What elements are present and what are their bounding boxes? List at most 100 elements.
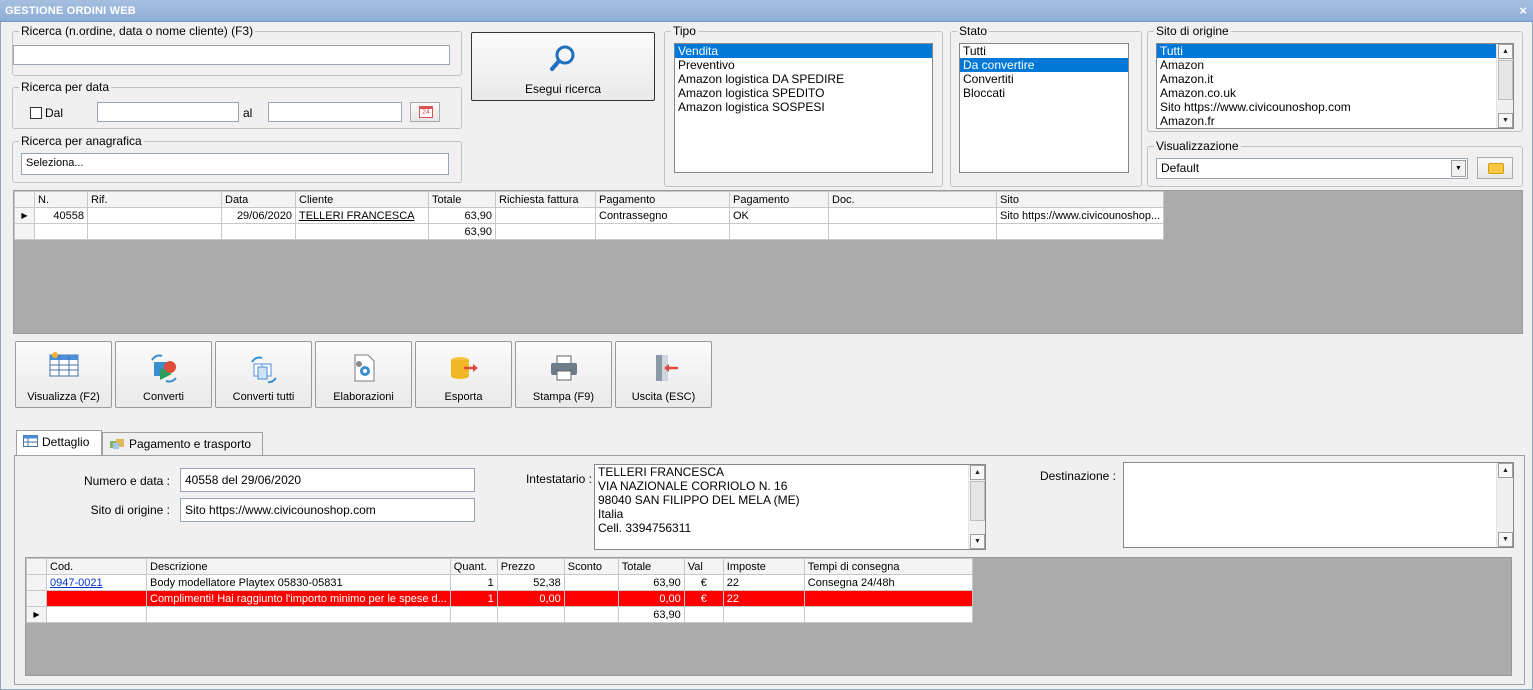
sito-scrollbar[interactable]: ▲ ▼ bbox=[1496, 44, 1513, 128]
sito-origine-field[interactable]: Sito https://www.civicounoshop.com bbox=[180, 498, 475, 522]
uscita-button[interactable]: Uscita (ESC) bbox=[615, 341, 712, 408]
scroll-thumb[interactable] bbox=[1498, 60, 1513, 100]
column-header[interactable]: Cliente bbox=[295, 191, 429, 208]
tipo-item[interactable]: Amazon logistica SPEDITO bbox=[675, 86, 932, 100]
cell-customer-link[interactable]: TELLERI FRANCESCA bbox=[295, 207, 429, 224]
stato-item[interactable]: Convertiti bbox=[960, 72, 1128, 86]
column-header[interactable]: Sconto bbox=[563, 558, 619, 575]
scroll-up-icon[interactable]: ▲ bbox=[1498, 44, 1513, 59]
cell-payment[interactable]: Contrassegno bbox=[595, 207, 730, 224]
cell-payment-status[interactable]: OK bbox=[729, 207, 829, 224]
cell-total[interactable]: 63,90 bbox=[428, 207, 496, 224]
column-header[interactable]: Val bbox=[683, 558, 724, 575]
cell-tax[interactable]: 22 bbox=[722, 590, 805, 607]
tipo-item[interactable]: Preventivo bbox=[675, 58, 932, 72]
column-header[interactable]: Rif. bbox=[87, 191, 222, 208]
destinazione-scrollbar[interactable]: ▲ ▼ bbox=[1496, 463, 1513, 547]
column-header[interactable]: Descrizione bbox=[146, 558, 451, 575]
scroll-down-icon[interactable]: ▼ bbox=[1498, 113, 1513, 128]
cell-date[interactable]: 29/06/2020 bbox=[221, 207, 296, 224]
sito-item[interactable]: Amazon bbox=[1157, 58, 1513, 72]
cell-delivery[interactable] bbox=[803, 590, 973, 607]
stato-item[interactable]: Da convertire bbox=[960, 58, 1128, 72]
intestatario-scrollbar[interactable]: ▲ ▼ bbox=[968, 465, 985, 549]
destinazione-field[interactable]: ▲ ▼ bbox=[1123, 462, 1514, 548]
date-from-input[interactable] bbox=[97, 102, 239, 122]
tipo-listbox[interactable]: Vendita Preventivo Amazon logistica DA S… bbox=[674, 43, 933, 173]
tipo-item[interactable]: Amazon logistica SOSPESI bbox=[675, 100, 932, 114]
converti-button[interactable]: Converti bbox=[115, 341, 212, 408]
anagrafica-input[interactable]: Seleziona... bbox=[21, 153, 449, 175]
cell-delivery[interactable]: Consegna 24/48h bbox=[803, 574, 973, 591]
cell-site[interactable]: Sito https://www.civicounoshop... bbox=[995, 207, 1165, 224]
table-row[interactable]: ▶ 40558 29/06/2020 TELLERI FRANCESCA 63,… bbox=[14, 207, 1165, 224]
esporta-button[interactable]: Esporta bbox=[415, 341, 512, 408]
orders-grid[interactable]: N. Rif. Data Cliente Totale Richiesta fa… bbox=[13, 190, 1523, 334]
visualizzazione-select[interactable]: Default ▼ bbox=[1156, 158, 1468, 179]
column-header[interactable]: Pagamento bbox=[595, 191, 730, 208]
column-header[interactable]: Prezzo bbox=[496, 558, 565, 575]
cell-total[interactable]: 0,00 bbox=[617, 590, 685, 607]
chevron-down-icon[interactable]: ▼ bbox=[1451, 160, 1466, 177]
stato-item[interactable]: Bloccati bbox=[960, 86, 1128, 100]
sito-item[interactable]: Sito https://www.civicounoshop.com bbox=[1157, 100, 1513, 114]
close-icon[interactable]: × bbox=[1519, 0, 1527, 22]
column-header[interactable]: Totale bbox=[617, 558, 685, 575]
table-row[interactable]: 0947-0021 Body modellatore Playtex 05830… bbox=[26, 574, 973, 591]
column-header[interactable]: Cod. bbox=[46, 558, 147, 575]
scroll-down-icon[interactable]: ▼ bbox=[1498, 532, 1513, 547]
column-header[interactable]: Sito bbox=[995, 191, 1165, 208]
search-input[interactable] bbox=[13, 45, 450, 65]
column-header[interactable]: N. bbox=[34, 191, 88, 208]
cell-description[interactable]: Body modellatore Playtex 05830-05831 bbox=[146, 574, 451, 591]
cell-number[interactable]: 40558 bbox=[34, 207, 88, 224]
stampa-button[interactable]: Stampa (F9) bbox=[515, 341, 612, 408]
converti-tutti-button[interactable]: Converti tutti bbox=[215, 341, 312, 408]
tipo-item[interactable]: Vendita bbox=[675, 44, 932, 58]
cell-rif[interactable] bbox=[87, 207, 222, 224]
column-header[interactable]: Totale bbox=[428, 191, 496, 208]
tab-dettaglio[interactable]: Dettaglio bbox=[16, 430, 102, 456]
intestatario-field[interactable]: TELLERI FRANCESCA VIA NAZIONALE CORRIOLO… bbox=[594, 464, 986, 550]
sito-item[interactable]: Amazon.fr bbox=[1157, 114, 1513, 128]
scroll-up-icon[interactable]: ▲ bbox=[1498, 463, 1513, 478]
column-header[interactable]: Data bbox=[221, 191, 296, 208]
cell-quantity[interactable]: 1 bbox=[449, 574, 498, 591]
dal-checkbox[interactable] bbox=[30, 107, 42, 119]
cell-price[interactable]: 52,38 bbox=[496, 574, 565, 591]
column-header[interactable]: Richiesta fattura bbox=[495, 191, 596, 208]
cell-quantity[interactable]: 1 bbox=[449, 590, 498, 607]
cell-doc[interactable] bbox=[828, 207, 997, 224]
cell-discount[interactable] bbox=[563, 590, 619, 607]
sito-item[interactable]: Amazon.it bbox=[1157, 72, 1513, 86]
calendar-button[interactable]: 24 bbox=[410, 102, 440, 122]
scroll-down-icon[interactable]: ▼ bbox=[970, 534, 985, 549]
cell-tax[interactable]: 22 bbox=[722, 574, 805, 591]
table-row[interactable]: Complimenti! Hai raggiunto l'importo min… bbox=[26, 590, 973, 607]
numero-field[interactable]: 40558 del 29/06/2020 bbox=[180, 468, 475, 492]
search-button[interactable]: Esegui ricerca bbox=[471, 32, 655, 101]
sito-item[interactable]: Amazon.co.uk bbox=[1157, 86, 1513, 100]
stato-item[interactable]: Tutti bbox=[960, 44, 1128, 58]
cell-price[interactable]: 0,00 bbox=[496, 590, 565, 607]
tipo-item[interactable]: Amazon logistica DA SPEDIRE bbox=[675, 72, 932, 86]
cell-currency[interactable]: € bbox=[683, 590, 724, 607]
visualizza-button[interactable]: Visualizza (F2) bbox=[15, 341, 112, 408]
column-header[interactable]: Imposte bbox=[722, 558, 805, 575]
column-header[interactable]: Tempi di consegna bbox=[803, 558, 973, 575]
cell-discount[interactable] bbox=[563, 574, 619, 591]
column-header[interactable]: Pagamento bbox=[729, 191, 829, 208]
scroll-up-icon[interactable]: ▲ bbox=[970, 465, 985, 480]
stato-listbox[interactable]: Tutti Da convertire Convertiti Bloccati bbox=[959, 43, 1129, 173]
elaborazioni-button[interactable]: Elaborazioni bbox=[315, 341, 412, 408]
cell-description[interactable]: Complimenti! Hai raggiunto l'importo min… bbox=[146, 590, 451, 607]
cell-total[interactable]: 63,90 bbox=[617, 574, 685, 591]
column-header[interactable]: Quant. bbox=[449, 558, 498, 575]
cell-currency[interactable]: € bbox=[683, 574, 724, 591]
tab-pagamento-trasporto[interactable]: Pagamento e trasporto bbox=[102, 432, 263, 456]
column-header[interactable]: Doc. bbox=[828, 191, 997, 208]
open-view-button[interactable] bbox=[1477, 157, 1513, 179]
cell-product-code[interactable] bbox=[46, 590, 147, 607]
sito-item[interactable]: Tutti bbox=[1157, 44, 1496, 58]
scroll-thumb[interactable] bbox=[970, 481, 985, 521]
